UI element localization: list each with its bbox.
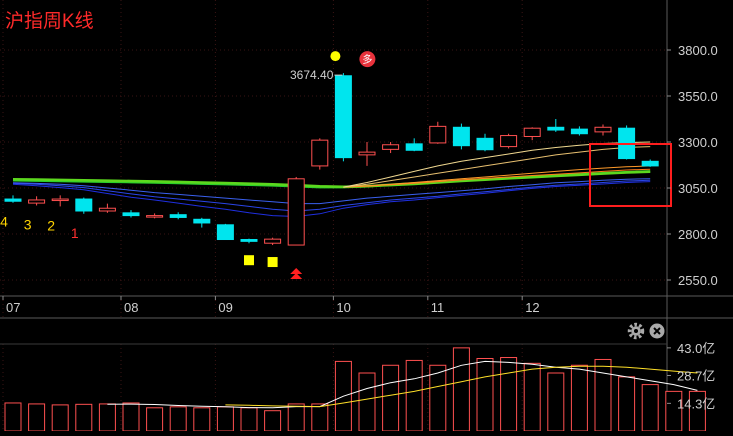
- candle-body: [193, 218, 211, 224]
- date-tick-label: 08: [124, 300, 138, 315]
- candle-body: [51, 198, 69, 202]
- signal-square-marker: [244, 255, 254, 266]
- candle-body: [405, 143, 423, 151]
- volume-bar: [618, 376, 636, 432]
- price-tick-label: 3800.0: [678, 43, 718, 58]
- volume-tick-label: 14.3亿: [677, 396, 715, 411]
- volume-bar: [382, 364, 400, 432]
- price-tick-label: 3550.0: [678, 89, 718, 104]
- candle-body: [287, 178, 305, 246]
- candle-body: [169, 214, 187, 218]
- count-label: 4: [0, 214, 8, 230]
- count-label: 1: [71, 225, 79, 241]
- volume-bar: [429, 364, 447, 432]
- candle-body: [382, 144, 400, 150]
- volume-bar: [169, 406, 187, 432]
- candle: [287, 176, 305, 246]
- candle-body: [594, 126, 612, 133]
- candle-body: [122, 212, 140, 217]
- candle-body: [641, 160, 659, 167]
- weekly-kline-chart: 3674.40 4 3 2 1 多 3800.0 3550.0 3300.0 3050.0 280…: [0, 0, 733, 432]
- candle-body: [240, 239, 258, 242]
- max-price-label: 3674.40: [290, 68, 334, 82]
- volume-bar: [240, 407, 258, 432]
- candle-body: [476, 137, 494, 151]
- gear-icon[interactable]: [627, 322, 645, 340]
- volume-bar: [287, 403, 305, 432]
- candle: [334, 73, 352, 162]
- volume-bar: [641, 384, 659, 432]
- candle-body: [500, 135, 518, 148]
- candle-body: [28, 199, 46, 204]
- candle-body: [547, 126, 565, 131]
- date-tick-label: 07: [6, 300, 20, 315]
- volume-tick-label: 43.0亿: [677, 341, 715, 356]
- candle: [618, 125, 636, 160]
- volume-bar: [28, 403, 46, 432]
- date-tick-label: 12: [525, 300, 539, 315]
- candle-body: [523, 127, 541, 137]
- candle-body: [75, 198, 93, 212]
- close-icon[interactable]: [649, 323, 665, 339]
- signal-square-marker: [267, 257, 278, 268]
- candle: [500, 133, 518, 149]
- volume-bar: [500, 357, 518, 432]
- volume-bar: [547, 372, 565, 432]
- volume-bar: [523, 362, 541, 432]
- candle: [75, 197, 93, 214]
- candle-body: [98, 207, 116, 212]
- candle: [452, 123, 470, 150]
- volume-bar: [452, 347, 470, 432]
- price-tick-label: 3300.0: [678, 135, 718, 150]
- candle-body: [452, 126, 470, 147]
- candle-body: [429, 125, 447, 144]
- bullish-badge-label: 多: [362, 53, 372, 66]
- date-tick-label: 11: [431, 300, 445, 315]
- volume-bar: [311, 403, 329, 432]
- count-label: 2: [47, 217, 55, 233]
- volume-bar: [405, 359, 423, 432]
- candle-body: [216, 224, 234, 241]
- candle-body: [570, 128, 588, 135]
- date-tick-label: 10: [336, 300, 350, 315]
- date-tick-label: 09: [218, 300, 232, 315]
- candle: [311, 138, 329, 170]
- signal-dot-marker: [330, 51, 341, 62]
- volume-bar: [4, 402, 22, 432]
- volume-tick-label: 28.7亿: [677, 369, 715, 384]
- volume-bar: [216, 406, 234, 432]
- candle-body: [4, 198, 22, 202]
- chart-title: 沪指周K线: [5, 10, 94, 32]
- volume-bar: [570, 364, 588, 432]
- volume-bar: [51, 404, 69, 432]
- candle: [216, 223, 234, 241]
- price-tick-label: 2550.0: [678, 273, 718, 288]
- volume-bar: [98, 403, 116, 432]
- candle-body: [264, 238, 282, 244]
- count-label: 3: [24, 216, 32, 232]
- volume-bar: [594, 358, 612, 432]
- volume-bar: [358, 372, 376, 432]
- volume-bar: [122, 402, 140, 432]
- volume-bar: [75, 403, 93, 432]
- candle-body: [311, 139, 329, 167]
- price-tick-label: 3050.0: [678, 181, 718, 196]
- candle-body: [358, 151, 376, 156]
- chart-canvas: 3674.40 4 3 2 1 多 3800.0 3550.0 3300.0 3050.0 280…: [0, 0, 733, 432]
- volume-bar: [264, 410, 282, 432]
- candle-body: [334, 75, 352, 159]
- price-tick-label: 2800.0: [678, 227, 718, 242]
- volume-bar: [193, 407, 211, 432]
- volume-bar: [476, 358, 494, 432]
- volume-bar: [146, 407, 164, 432]
- candle-body: [146, 215, 164, 218]
